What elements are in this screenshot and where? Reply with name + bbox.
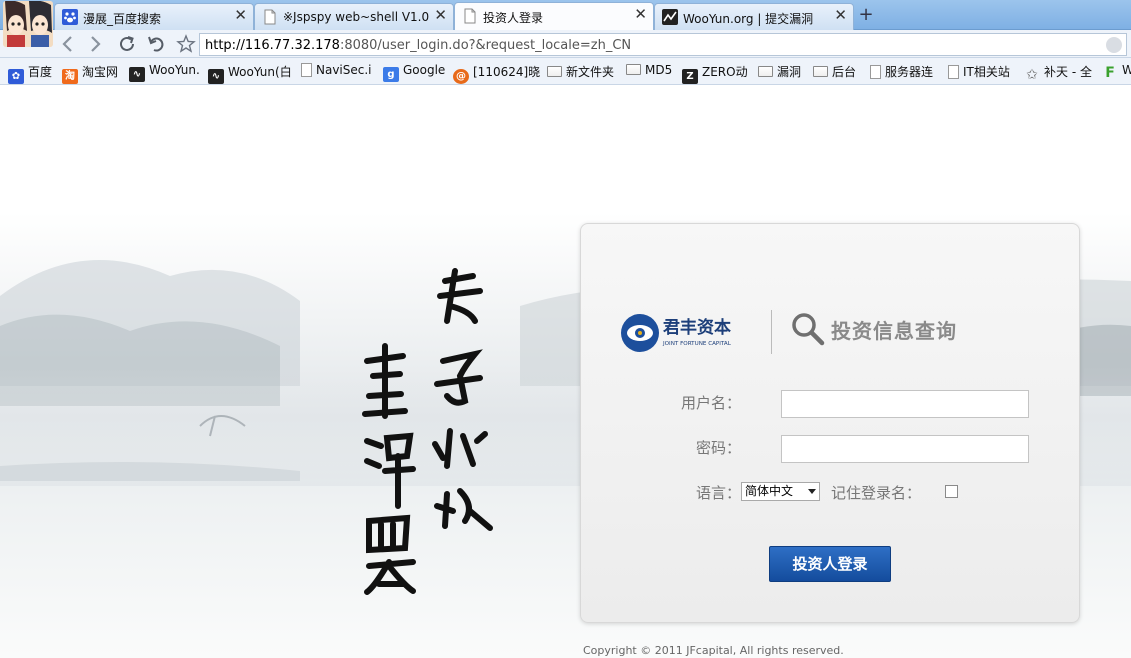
taobao-icon: 淘 [62, 69, 78, 84]
wooyun-icon: ∿ [129, 67, 145, 82]
tab-wooyun[interactable]: WooYun.org | 提交漏洞 ✕ [654, 3, 854, 30]
bookmark-item[interactable]: 淘淘宝网 [62, 63, 118, 84]
tab-title: ※Jspspy web~shell V1.0 [283, 10, 430, 24]
bookmark-item[interactable]: 服务器连 [870, 63, 933, 81]
reload-icon[interactable] [116, 33, 138, 55]
close-icon[interactable]: ✕ [834, 6, 847, 24]
bookmarks-bar: ✿ 百度 淘淘宝网 ∿ WooYun. ∿ WooYun(白 NaviSec.i gG… [0, 58, 1131, 85]
bookmark-item[interactable]: NaviSec.i [301, 63, 372, 81]
address-url: http://116.77.32.178:8080/user_login.do?… [205, 38, 632, 53]
copyright-text: Copyright © 2011 JFcapital, All rights r… [583, 644, 844, 657]
page-viewport: 君丰资本 JOINT FORTUNE CAPITAL 投资信息查询 用户名： 密… [0, 86, 1131, 658]
page-icon [262, 9, 278, 25]
language-select[interactable]: 简体中文 [741, 482, 820, 501]
brand-divider [771, 310, 772, 354]
paw-icon: ✿ [8, 69, 24, 84]
bookmark-item[interactable]: @ [110624]晓 [453, 63, 540, 84]
password-label: 密码： [695, 439, 741, 457]
swirl-icon: @ [453, 69, 469, 84]
folder-icon [626, 64, 641, 75]
ie-mode-icon[interactable] [1106, 37, 1122, 53]
tab-title: WooYun.org | 提交漏洞 [683, 12, 814, 26]
bookmark-item[interactable]: FW [1102, 63, 1131, 81]
bookmark-item[interactable]: ✩ 补天 - 全 [1024, 63, 1092, 83]
investor-login-button[interactable]: 投资人登录 [769, 546, 891, 582]
bookmark-item[interactable]: MD5 [626, 63, 672, 81]
new-tab-button[interactable]: + [855, 4, 877, 26]
close-icon[interactable]: ✕ [434, 6, 447, 24]
remember-label: 记住登录名： [831, 484, 922, 502]
chevron-down-icon [808, 489, 816, 494]
paw-icon [62, 9, 78, 25]
undo-icon[interactable] [145, 33, 167, 55]
username-label: 用户名： [680, 394, 741, 412]
page-icon [462, 8, 478, 24]
bookmark-item[interactable]: ∿ WooYun(白 [208, 63, 292, 84]
language-label: 语言： [695, 484, 741, 502]
bookmark-item[interactable]: 新文件夹 [547, 63, 614, 81]
bookmark-item[interactable]: ∿ WooYun. [129, 63, 200, 82]
tab-strip: 漫展_百度搜索 ✕ ※Jspspy web~shell V1.0 ✕ 投资人登录… [0, 0, 1131, 47]
close-icon[interactable]: ✕ [634, 5, 647, 23]
page-icon [870, 65, 881, 79]
password-input[interactable] [781, 435, 1029, 463]
username-input[interactable] [781, 390, 1029, 418]
bookmark-item[interactable]: Z ZERO动 [682, 63, 748, 84]
page-icon [948, 65, 959, 79]
zero-icon: Z [682, 69, 698, 84]
bookmark-item[interactable]: 后台 [813, 63, 856, 81]
bookmark-item[interactable]: g Google [383, 63, 445, 82]
f-icon: F [1105, 65, 1115, 81]
login-panel: 君丰资本 JOINT FORTUNE CAPITAL 投资信息查询 用户名： 密… [580, 223, 1080, 623]
brand-name: 君丰资本 [663, 317, 731, 338]
tab-jspspy[interactable]: ※Jspspy web~shell V1.0 ✕ [254, 3, 454, 30]
query-title: 投资信息查询 [831, 319, 957, 343]
bookmark-item[interactable]: IT相关站 [948, 63, 1010, 81]
navigation-bar: http://116.77.32.178:8080/user_login.do?… [0, 30, 1131, 58]
folder-icon [547, 66, 562, 77]
page-icon [301, 63, 312, 77]
address-bar[interactable]: http://116.77.32.178:8080/user_login.do?… [199, 33, 1127, 56]
language-selected: 简体中文 [745, 484, 794, 498]
tab-baidu-search[interactable]: 漫展_百度搜索 ✕ [54, 3, 254, 30]
tab-title: 投资人登录 [483, 11, 544, 25]
bookmark-item[interactable]: ✿ 百度 [8, 63, 52, 84]
forward-icon[interactable] [84, 33, 106, 55]
brand-logo: 君丰资本 JOINT FORTUNE CAPITAL [621, 314, 732, 352]
search-icon [792, 313, 825, 346]
user-avatar[interactable] [3, 1, 53, 47]
folder-icon [813, 66, 828, 77]
tab-investor-login[interactable]: 投资人登录 ✕ [454, 2, 654, 31]
google-icon: g [383, 67, 399, 82]
brand-subtitle: JOINT FORTUNE CAPITAL [662, 341, 732, 347]
back-icon[interactable] [57, 33, 79, 55]
wooyun-icon [662, 9, 678, 25]
folder-icon [758, 66, 773, 77]
remember-checkbox[interactable] [945, 485, 958, 498]
bookmark-item[interactable]: 漏洞 [758, 63, 801, 81]
calligraphy-artwork [362, 268, 493, 595]
tab-title: 漫展_百度搜索 [83, 12, 162, 26]
wooyun-icon: ∿ [208, 69, 224, 84]
bookmark-star-icon[interactable] [175, 33, 197, 55]
star-icon: ✩ [1026, 67, 1038, 83]
close-icon[interactable]: ✕ [234, 6, 247, 24]
